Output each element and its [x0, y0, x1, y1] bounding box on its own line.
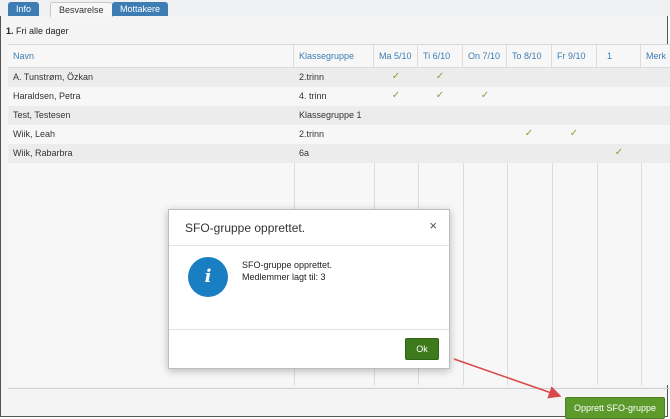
- create-sfo-group-button[interactable]: Opprett SFO-gruppe: [565, 397, 665, 419]
- annotation-arrow: [453, 358, 562, 399]
